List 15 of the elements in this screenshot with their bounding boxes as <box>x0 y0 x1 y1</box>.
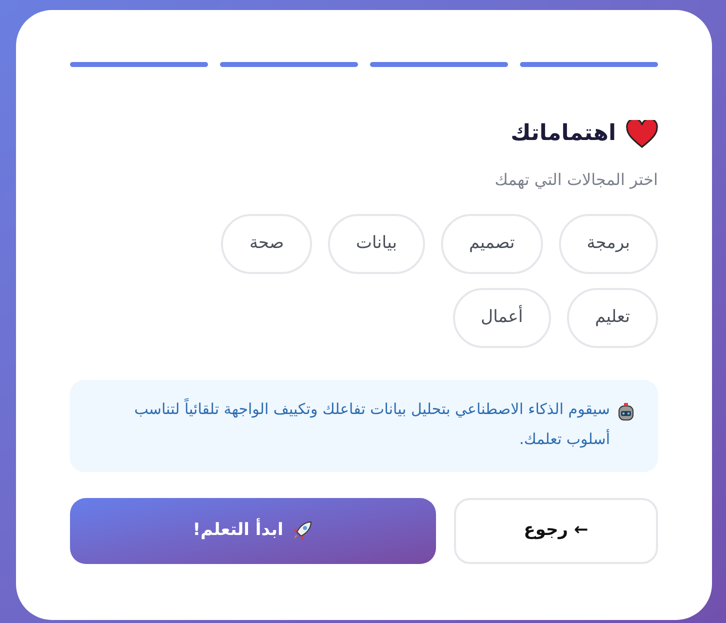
interest-chip[interactable]: تصميم <box>440 214 543 274</box>
interest-chip[interactable]: بيانات <box>328 214 425 274</box>
start-button[interactable]: ابدأ التعلم! <box>70 498 436 564</box>
interest-chip[interactable]: برمجة <box>558 214 658 274</box>
interest-chip[interactable]: أعمال <box>452 288 551 348</box>
back-button[interactable]: ← رجوع <box>454 498 658 564</box>
rocket-icon <box>291 520 314 542</box>
robot-icon <box>616 402 636 422</box>
info-text: سيقوم الذكاء الاصطناعي بتحليل بيانات تفاعلك وتكييف الواجهة تلقائياً لتناسب أسلوب تعلمك. <box>133 397 610 450</box>
heart-icon <box>626 120 658 148</box>
interest-chip[interactable]: تعليم <box>566 288 658 348</box>
section-title: اهتماماتك <box>510 120 616 148</box>
start-label: ابدأ التعلم! <box>192 518 284 542</box>
interest-chip[interactable]: صحة <box>221 214 312 274</box>
section-subtitle: اختر المجالات التي تهمك <box>494 169 658 191</box>
